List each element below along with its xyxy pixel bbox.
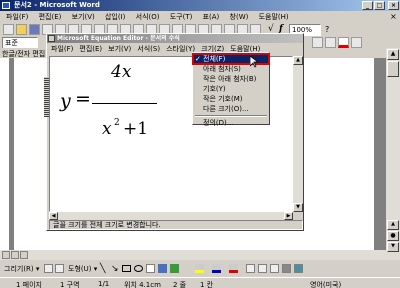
eq-menu-style[interactable]: 스타일(Y) [166,45,195,53]
style-value: 표준 [5,39,18,47]
mouse-cursor-icon [250,56,258,68]
drawing-toolbar: 그리기(R) ▾ 도형(U) ▾ ╲ ↘ [0,262,400,276]
size-item-sub-subscript[interactable]: 작은 아래 첨자(B) [193,74,269,84]
eq-scroll-up[interactable]: ▲ [293,56,303,65]
word-horizontal-scrollbar[interactable] [0,250,386,260]
arrow-style-icon[interactable] [270,264,279,273]
highlight-icon[interactable] [351,37,362,48]
line-style-icon[interactable] [246,264,255,273]
eq-menu-view[interactable]: 보기(V) [108,45,131,53]
size-dropdown-menu: ✓ 전체(F) 아래 첨자(S) 작은 아래 첨자(B) 기호(Y) 작은 기호… [192,52,270,128]
size-item-define[interactable]: 정의(D)... [193,118,269,128]
status-pages: 1/1 [98,280,110,288]
scroll-thumb[interactable] [387,61,399,77]
textbox-icon[interactable] [146,264,155,273]
menu-format[interactable]: 서식(O) [136,13,160,21]
line-icon[interactable]: ╲ [100,264,105,274]
draw-menu-button[interactable]: 그리기(R) ▾ [4,264,39,274]
eq-app-icon [48,35,55,42]
eq-menu-file[interactable]: 파일(F) [51,45,73,53]
minimize-button[interactable]: _ [362,1,373,10]
status-line: 2 줄 [173,281,187,288]
shadow-icon[interactable] [282,264,291,273]
clipart-icon[interactable] [170,264,179,273]
eq-scroll-left[interactable]: ◀ [49,212,58,220]
word-menu-bar: 파일(F) 편집(E) 보기(V) 삽입(I) 서식(O) 도구(T) 표(A)… [0,11,400,23]
fill-color-icon[interactable] [195,264,204,273]
eq-title: Microsoft Equation Editor - 문서의 수식 [57,35,180,42]
eq-menu-edit[interactable]: 편집(E) [79,45,102,53]
bold-icon[interactable] [312,37,323,48]
eq-title-bar: Microsoft Equation Editor - 문서의 수식 [47,34,303,43]
save-icon[interactable] [29,24,40,35]
scroll-up-button[interactable]: ▲ [387,49,399,60]
rectangle-icon[interactable] [122,265,131,272]
eq-status-bar: 글꼴 크기를 전체 크기로 변경합니다. [49,220,303,230]
font-color-draw-icon[interactable] [229,264,238,273]
print-view-icon[interactable] [20,251,28,259]
rotate-icon[interactable] [55,264,64,273]
word-title: 문서2 - Microsoft Word [14,1,100,9]
eq-denominator-rest: +1 [123,119,149,139]
menu-edit[interactable]: 편집(E) [39,13,62,21]
eq-denominator-exponent: 2 [114,118,120,128]
status-language: 영어(미국) [310,281,342,288]
status-section: 1 구역 [60,281,80,288]
help-icon[interactable]: ? [325,25,329,34]
menu-table[interactable]: 표(A) [203,13,220,21]
eq-horizontal-scrollbar[interactable]: ◀ ▶ [49,212,293,220]
eq-scroll-down[interactable]: ▼ [293,203,303,212]
select-browse-button[interactable]: ● [387,231,399,241]
vertical-ruler [0,58,10,258]
word-vertical-scrollbar[interactable]: ▲ ▲ ● ▼ [386,48,400,260]
open-icon[interactable] [16,24,27,35]
maximize-button[interactable]: □ [374,1,385,10]
font-color-icon[interactable] [338,37,349,48]
eq-equals: = [75,88,91,110]
status-page: 1 페이지 [16,281,42,288]
status-position: 위치 4.1cm [124,281,161,288]
arrow-icon[interactable]: ↘ [111,264,119,274]
close-button[interactable]: × [388,1,399,10]
size-item-small-symbol[interactable]: 작은 기호(M) [193,94,269,104]
word-title-bar: 문서2 - Microsoft Word _ □ × [0,0,400,11]
next-page-button[interactable]: ▼ [387,242,399,252]
eq-vertical-scrollbar[interactable]: ▲ ▼ [293,56,303,212]
doc-close-icon[interactable]: × [390,12,397,21]
autoshapes-button[interactable]: 도형(U) ▾ [68,264,97,274]
oval-icon[interactable] [134,265,143,272]
dash-style-icon[interactable] [258,264,267,273]
status-column: 1 칸 [200,281,214,288]
eq-scroll-right[interactable]: ▶ [284,212,293,220]
eq-denominator-x: x [102,119,112,139]
menu-tools[interactable]: 도구(T) [170,13,193,21]
web-view-icon[interactable] [11,251,19,259]
wordart-icon[interactable] [158,264,167,273]
eq-status-text: 글꼴 크기를 전체 크기로 변경합니다. [53,221,161,229]
eq-left-selection-strip [44,77,49,117]
checkmark-icon: ✓ [195,55,201,63]
normal-view-icon[interactable] [2,251,10,259]
menu-view[interactable]: 보기(V) [72,13,95,21]
menu-help[interactable]: 도움말(H) [259,13,289,21]
size-item-symbol[interactable]: 기호(Y) [193,84,269,94]
select-objects-icon[interactable] [44,264,53,273]
menu-window[interactable]: 창(W) [230,13,249,21]
size-item-other[interactable]: 다른 크기(O)... [193,104,269,114]
fraction-bar [92,103,157,104]
eq-menu-format[interactable]: 서식(S) [137,45,160,53]
3d-icon[interactable] [294,264,303,273]
menu-file[interactable]: 파일(F) [6,13,28,21]
line-color-icon[interactable] [212,264,221,273]
prev-page-button[interactable]: ▲ [387,220,399,230]
eq-y: y [60,90,71,112]
new-icon[interactable] [3,24,14,35]
word-app-icon [2,2,10,9]
eq-numerator: 4x [111,62,132,82]
status-bar: 1 페이지 1 구역 1/1 위치 4.1cm 2 줄 1 칸 영어(미국) [0,277,400,288]
menu-insert[interactable]: 삽입(I) [105,13,125,21]
size-menu-separator [195,115,267,117]
italic-icon[interactable] [325,37,336,48]
